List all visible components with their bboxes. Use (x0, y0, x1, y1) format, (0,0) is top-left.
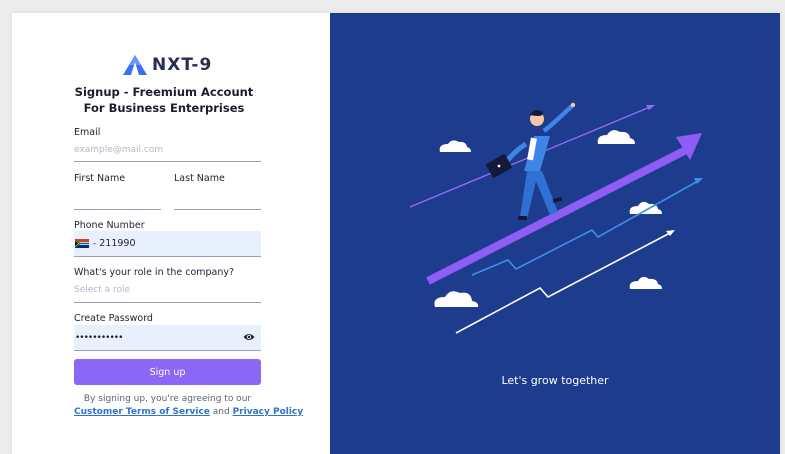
cloud-4 (629, 276, 662, 289)
role-underline (74, 302, 261, 303)
password-label: Create Password (74, 313, 153, 324)
phone-label: Phone Number (74, 220, 145, 231)
last-name-label: Last Name (174, 173, 225, 184)
brand-name: NXT-9 (152, 55, 213, 75)
signup-button[interactable]: Sign up (74, 359, 261, 385)
terms-of-service-link[interactable]: Customer Terms of Service (74, 407, 210, 417)
hero-panel: Let's grow together (330, 13, 780, 454)
south-africa-flag-icon[interactable] (75, 239, 89, 248)
page-title: Signup - Freemium Account For Business E… (74, 85, 254, 115)
businessman-figure (486, 102, 576, 220)
email-label: Email (74, 127, 101, 138)
signup-window: NXT-9 Signup - Freemium Account For Busi… (12, 13, 780, 454)
terms-links: Customer Terms of Service and Privacy Po… (74, 407, 303, 417)
privacy-policy-link[interactable]: Privacy Policy (233, 407, 304, 417)
cloud-5 (434, 291, 479, 307)
last-name-input[interactable] (174, 209, 261, 210)
email-input[interactable]: example@mail.com (74, 145, 163, 155)
phone-dash: - (93, 238, 97, 249)
nxt-logo-icon (123, 55, 147, 75)
cloud-2 (597, 130, 635, 144)
role-label: What's your role in the company? (74, 267, 235, 278)
terms-and: and (209, 407, 233, 417)
terms-text: By signing up, you're agreeing to our (83, 394, 252, 404)
brand-logo: NXT-9 (122, 54, 212, 76)
growth-illustration (409, 102, 703, 334)
first-name-input[interactable] (74, 209, 161, 210)
phone-value: 211990 (99, 238, 136, 249)
hero-tagline: Let's grow together (501, 374, 609, 387)
role-select[interactable]: Select a role (74, 285, 130, 295)
password-value: ••••••••••• (75, 332, 123, 343)
phone-input[interactable]: - 211990 (74, 231, 261, 257)
password-input[interactable]: ••••••••••• (74, 325, 261, 351)
signup-panel: NXT-9 Signup - Freemium Account For Busi… (12, 13, 330, 454)
eye-icon[interactable] (243, 332, 255, 342)
email-underline (74, 161, 261, 162)
cloud-1 (439, 140, 471, 152)
first-name-label: First Name (74, 173, 126, 184)
